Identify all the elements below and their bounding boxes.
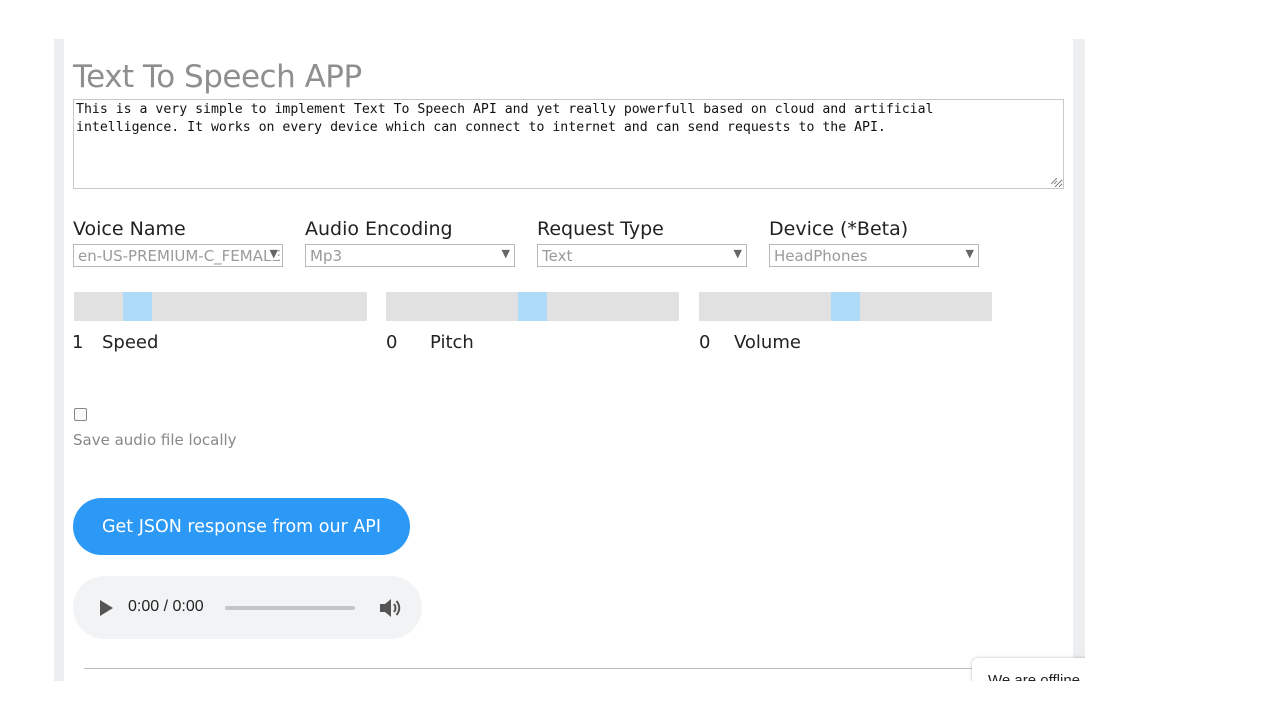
voice-name-field: Voice Name en-US-PREMIUM-C_FEMALE ▼ [73, 218, 285, 267]
audio-encoding-label: Audio Encoding [305, 218, 453, 240]
page-title: Text To Speech APP [73, 59, 362, 95]
audio-encoding-field: Audio Encoding Mp3 ▼ [305, 218, 517, 267]
audio-player: 0:00 / 0:00 [73, 576, 422, 639]
save-locally-checkbox[interactable] [74, 408, 87, 421]
audio-encoding-select[interactable]: Mp3 ▼ [305, 244, 515, 267]
chevron-down-icon: ▼ [499, 247, 510, 260]
pitch-label: Pitch [430, 332, 474, 353]
audio-progress-bar[interactable] [225, 606, 355, 610]
device-value: HeadPhones [774, 247, 868, 265]
volume-slider[interactable] [699, 292, 992, 321]
request-type-select[interactable]: Text ▼ [537, 244, 747, 267]
volume-slider-thumb[interactable] [831, 292, 860, 321]
device-label: Device (*Beta) [769, 218, 909, 240]
device-field: Device (*Beta) HeadPhones ▼ [769, 218, 981, 267]
chat-status-text: We are offline [988, 672, 1080, 681]
chevron-down-icon: ▼ [267, 247, 278, 260]
speed-slider-thumb[interactable] [123, 292, 152, 321]
chat-widget[interactable]: We are offline [972, 658, 1085, 681]
pitch-slider[interactable] [386, 292, 679, 321]
pitch-value: 0 [386, 332, 398, 353]
request-type-label: Request Type [537, 218, 664, 240]
voice-name-value: en-US-PREMIUM-C_FEMALE [78, 247, 281, 265]
play-icon[interactable] [100, 600, 113, 616]
pitch-slider-thumb[interactable] [518, 292, 547, 321]
save-locally-label: Save audio file locally [73, 431, 237, 449]
speed-slider[interactable] [74, 292, 367, 321]
get-json-button[interactable]: Get JSON response from our API [73, 498, 410, 555]
chevron-down-icon: ▼ [731, 247, 742, 260]
page-frame: Text To Speech APP This is a very simple… [54, 39, 1085, 681]
audio-encoding-value: Mp3 [310, 247, 343, 265]
request-type-value: Text [542, 247, 573, 265]
volume-icon[interactable] [378, 596, 404, 620]
voice-name-label: Voice Name [73, 218, 186, 240]
device-select[interactable]: HeadPhones ▼ [769, 244, 979, 267]
resize-handle-icon[interactable] [1050, 177, 1058, 185]
chevron-down-icon: ▼ [963, 247, 974, 260]
volume-value: 0 [699, 332, 711, 353]
volume-label: Volume [734, 332, 801, 353]
request-type-field: Request Type Text ▼ [537, 218, 749, 267]
audio-time: 0:00 / 0:00 [128, 598, 204, 615]
voice-name-select[interactable]: en-US-PREMIUM-C_FEMALE ▼ [73, 244, 283, 267]
speed-value: 1 [72, 332, 84, 353]
tts-panel: Text To Speech APP This is a very simple… [64, 39, 1073, 681]
divider [84, 668, 1044, 669]
text-input[interactable]: This is a very simple to implement Text … [73, 99, 1064, 189]
speed-label: Speed [102, 332, 159, 353]
